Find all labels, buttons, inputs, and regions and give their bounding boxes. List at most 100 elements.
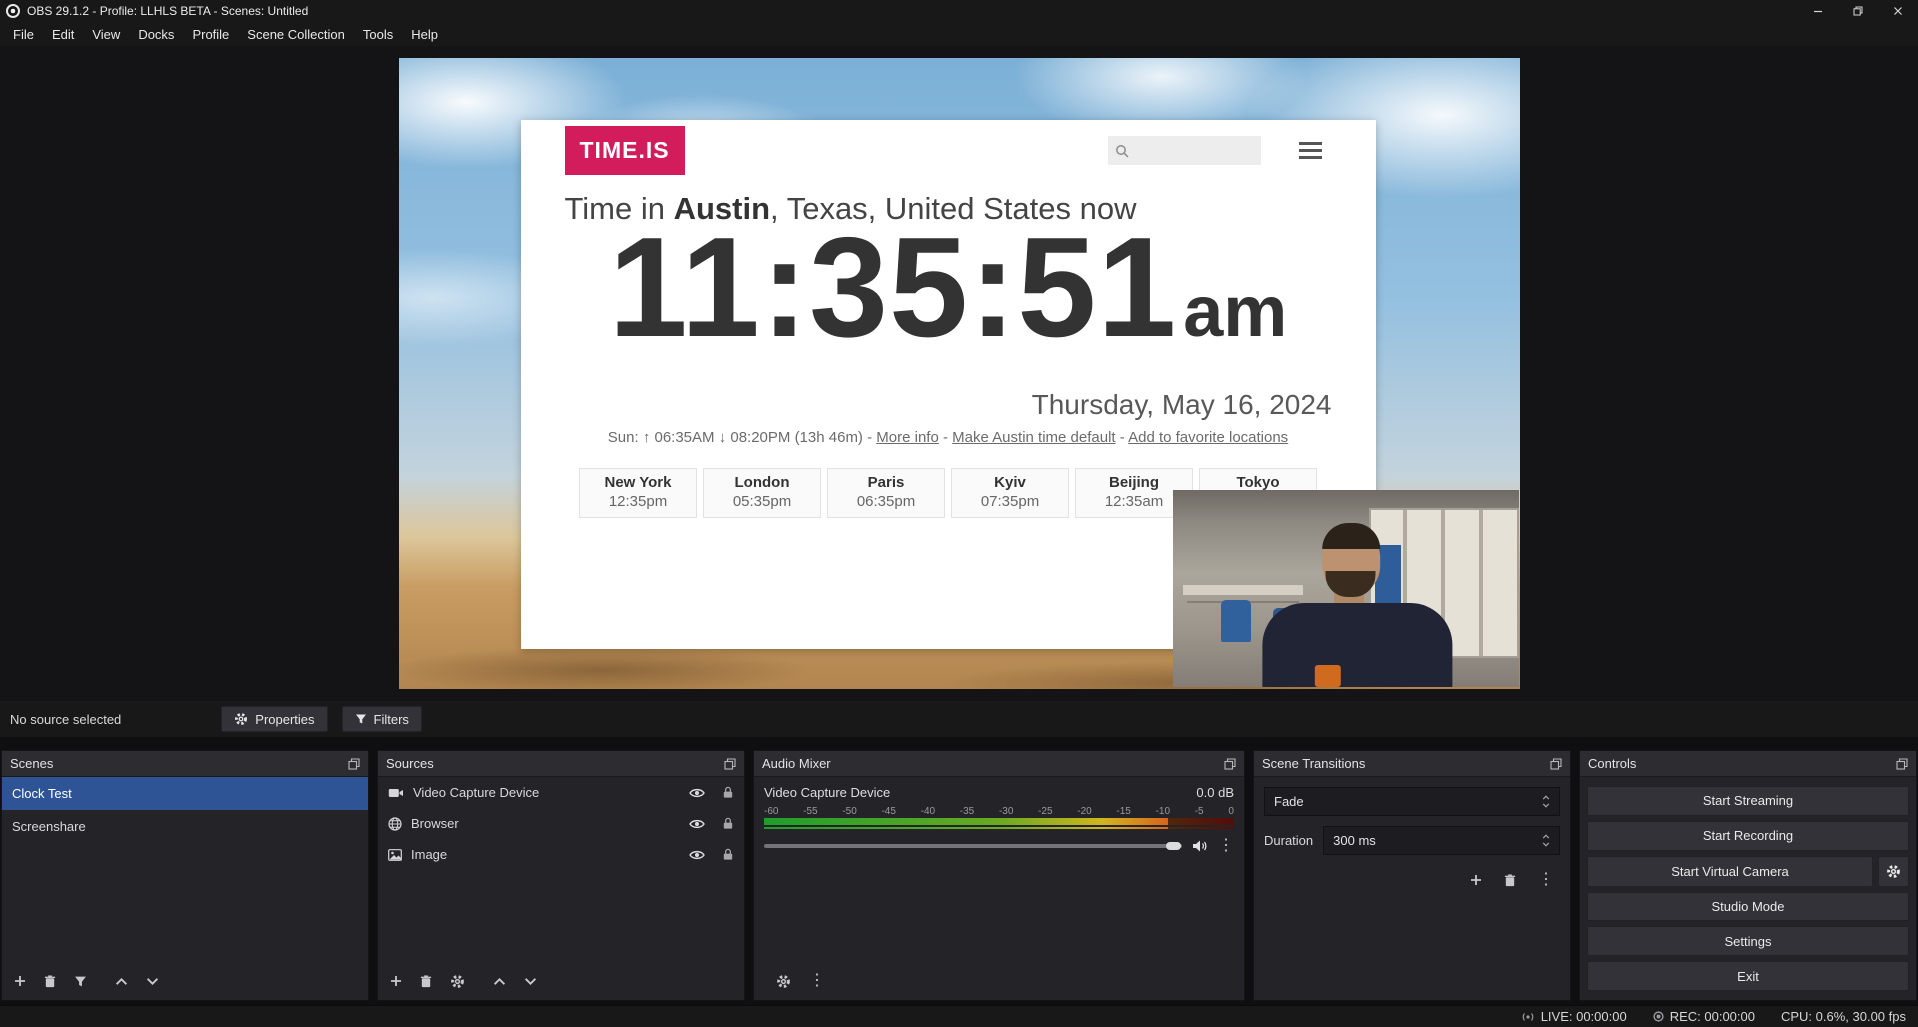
dock-area: Scenes Clock Test Screenshare Sources [0,737,1918,1005]
filter-icon [355,713,367,725]
speaker-mute-icon[interactable] [1192,839,1208,853]
popout-dock-icon[interactable] [1896,758,1908,770]
source-properties-gear-icon[interactable] [450,974,465,989]
visibility-eye-icon[interactable] [689,787,705,799]
visibility-eye-icon[interactable] [689,818,705,830]
sources-panel-header[interactable]: Sources [378,751,744,777]
move-scene-up-button[interactable] [115,977,128,986]
broadcast-icon [1521,1012,1535,1022]
settings-button[interactable]: Settings [1587,926,1909,956]
search-icon [1115,144,1129,158]
remove-source-button[interactable] [420,975,432,988]
scene-transitions-panel-title: Scene Transitions [1262,756,1365,771]
start-virtual-camera-button[interactable]: Start Virtual Camera [1587,856,1873,887]
clock-digits: 11:35:51 [609,208,1178,367]
record-icon [1653,1011,1664,1022]
popout-dock-icon[interactable] [348,758,360,770]
audio-mixer-panel: Audio Mixer Video Capture Device 0.0 dB … [753,750,1245,1001]
lock-icon[interactable] [722,848,734,861]
more-info-link: More info [876,429,939,446]
add-source-button[interactable] [390,975,402,987]
world-clock-cell: Kyiv07:35pm [951,468,1069,518]
controls-panel-header[interactable]: Controls [1580,751,1916,777]
scenes-panel-title: Scenes [10,756,53,771]
start-recording-button[interactable]: Start Recording [1587,821,1909,851]
menu-profile[interactable]: Profile [183,24,238,45]
menu-help[interactable]: Help [402,24,447,45]
close-button[interactable] [1878,0,1918,22]
world-clock-cell: Paris06:35pm [827,468,945,518]
office-chair [1221,600,1251,642]
duration-spinbox[interactable]: 300 ms [1323,826,1560,855]
remove-transition-button[interactable] [1504,872,1516,888]
mixer-db-value: 0.0 dB [1196,785,1234,800]
move-source-down-button[interactable] [524,977,537,986]
source-row-image[interactable]: Image [378,839,744,870]
mixer-meter-dim-2 [1168,827,1234,829]
transition-value: Fade [1274,794,1304,809]
source-label: Browser [411,816,680,831]
menu-view[interactable]: View [83,24,129,45]
lock-icon[interactable] [722,786,734,799]
scene-filters-button[interactable] [74,975,87,988]
volume-slider-handle[interactable] [1166,842,1181,850]
mixer-menu-kebab-icon[interactable]: ⋮ [809,973,825,989]
restore-button[interactable] [1838,0,1878,22]
add-scene-button[interactable] [14,975,26,987]
world-clock-cell: New York12:35pm [579,468,697,518]
popout-dock-icon[interactable] [1224,758,1236,770]
scene-item-clock-test[interactable]: Clock Test [2,777,368,810]
properties-button[interactable]: Properties [221,706,327,732]
lock-icon[interactable] [722,817,734,830]
browser-globe-icon [388,817,402,831]
scene-transitions-panel: Scene Transitions Fade Duration 300 ms [1253,750,1571,1001]
move-scene-down-button[interactable] [146,977,159,986]
menu-docks[interactable]: Docks [129,24,183,45]
obs-window: OBS 29.1.2 - Profile: LLHLS BETA - Scene… [0,0,1918,1027]
audio-mixer-panel-header[interactable]: Audio Mixer [754,751,1244,777]
office-table [1183,585,1303,595]
scene-transitions-panel-header[interactable]: Scene Transitions [1254,751,1570,777]
popout-dock-icon[interactable] [1550,758,1562,770]
menu-scene-collection[interactable]: Scene Collection [238,24,354,45]
scene-item-screenshare[interactable]: Screenshare [2,810,368,843]
advanced-audio-gear-icon[interactable] [776,974,791,989]
source-row-video-capture[interactable]: Video Capture Device [378,777,744,808]
scenes-panel-header[interactable]: Scenes [2,751,368,777]
add-transition-button[interactable] [1470,872,1482,888]
transition-properties-kebab-icon[interactable]: ⋮ [1538,872,1554,888]
controls-panel-title: Controls [1588,756,1636,771]
webcam-overlay-source[interactable] [1173,490,1519,687]
gear-icon [234,712,248,726]
source-row-browser[interactable]: Browser [378,808,744,839]
move-source-up-button[interactable] [493,977,506,986]
hamburger-menu-icon [1299,142,1322,159]
timeis-clock: 11:35:51am [565,217,1332,359]
person-beard [1325,571,1375,597]
remove-scene-button[interactable] [44,975,56,988]
volume-slider[interactable] [764,839,1182,853]
filters-button[interactable]: Filters [342,706,422,732]
no-source-selected-text: No source selected [10,712,121,727]
exit-button[interactable]: Exit [1587,961,1909,991]
visibility-eye-icon[interactable] [689,849,705,861]
virtual-camera-config-button[interactable] [1878,856,1909,887]
source-label: Video Capture Device [413,785,680,800]
menu-edit[interactable]: Edit [43,24,83,45]
title-bar[interactable]: OBS 29.1.2 - Profile: LLHLS BETA - Scene… [0,0,1918,22]
transition-select[interactable]: Fade [1264,787,1560,816]
transitions-toolbar: ⋮ [1264,872,1560,888]
mixer-source-label: Video Capture Device [764,785,890,800]
scene-canvas[interactable]: TIME.IS Time in Austin, Texas, United St… [399,58,1520,689]
studio-mode-button[interactable]: Studio Mode [1587,892,1909,922]
rec-status: REC: 00:00:00 [1653,1009,1755,1024]
obs-logo-icon [6,4,20,18]
minimize-button[interactable] [1798,0,1838,22]
menu-file[interactable]: File [4,24,43,45]
spin-arrows[interactable] [1542,834,1550,847]
mixer-source-kebab-icon[interactable]: ⋮ [1218,838,1234,854]
start-streaming-button[interactable]: Start Streaming [1587,786,1909,816]
menu-tools[interactable]: Tools [354,24,402,45]
popout-dock-icon[interactable] [724,758,736,770]
audio-mixer-toolbar: ⋮ [764,962,1234,1000]
